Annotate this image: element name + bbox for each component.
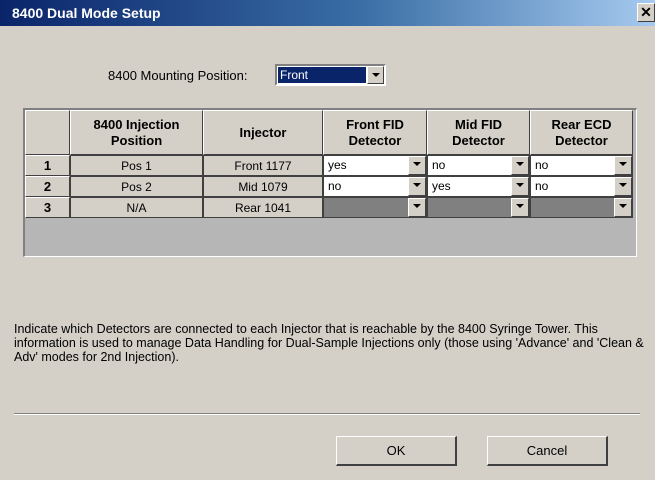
row-number: 2 [25, 176, 70, 197]
front-fid-select[interactable]: no [323, 176, 427, 197]
title-bar: 8400 Dual Mode Setup ✕ [0, 0, 655, 26]
front-fid-select[interactable] [323, 197, 427, 218]
mounting-position-label: 8400 Mounting Position: [108, 68, 248, 83]
mid-fid-value: no [432, 158, 446, 172]
rear-ecd-value: no [535, 158, 549, 172]
chevron-down-icon[interactable] [614, 177, 632, 196]
rear-ecd-select[interactable]: no [530, 155, 633, 176]
grid-corner [25, 110, 70, 155]
rear-ecd-select[interactable] [530, 197, 633, 218]
header-front-fid: Front FID Detector [323, 110, 427, 155]
divider [14, 413, 640, 415]
chevron-down-icon[interactable] [511, 156, 529, 175]
injection-position-cell: Pos 2 [70, 176, 203, 197]
injector-cell: Front 1177 [203, 155, 323, 176]
mid-fid-select[interactable] [427, 197, 530, 218]
front-fid-value: yes [328, 158, 347, 172]
detector-grid: 8400 Injection Position Injector Front F… [23, 108, 637, 257]
rear-ecd-value: no [535, 179, 549, 193]
injector-cell: Rear 1041 [203, 197, 323, 218]
mounting-position-select[interactable]: Front [275, 64, 386, 86]
chevron-down-icon[interactable] [408, 198, 426, 217]
front-fid-select[interactable]: yes [323, 155, 427, 176]
mid-fid-select[interactable]: no [427, 155, 530, 176]
cancel-button[interactable]: Cancel [487, 436, 608, 466]
chevron-down-icon[interactable] [511, 198, 529, 217]
ok-button[interactable]: OK [336, 436, 457, 466]
row-number: 3 [25, 197, 70, 218]
info-text: Indicate which Detectors are connected t… [14, 322, 644, 364]
mounting-position-value: Front [278, 67, 366, 83]
injector-cell: Mid 1079 [203, 176, 323, 197]
injection-position-cell: N/A [70, 197, 203, 218]
rear-ecd-select[interactable]: no [530, 176, 633, 197]
front-fid-value: no [328, 179, 342, 193]
chevron-down-icon[interactable] [408, 156, 426, 175]
dual-mode-setup-dialog: 8400 Dual Mode Setup ✕ 8400 Mounting Pos… [0, 0, 655, 480]
header-mid-fid: Mid FID Detector [427, 110, 530, 155]
chevron-down-icon[interactable] [614, 198, 632, 217]
chevron-down-icon[interactable] [408, 177, 426, 196]
header-injector: Injector [203, 110, 323, 155]
chevron-down-icon[interactable] [614, 156, 632, 175]
row-number: 1 [25, 155, 70, 176]
mid-fid-value: yes [432, 179, 451, 193]
injection-position-cell: Pos 1 [70, 155, 203, 176]
window-title: 8400 Dual Mode Setup [12, 5, 161, 21]
chevron-down-icon[interactable] [367, 66, 384, 84]
header-rear-ecd: Rear ECD Detector [530, 110, 633, 155]
mid-fid-select[interactable]: yes [427, 176, 530, 197]
chevron-down-icon[interactable] [511, 177, 529, 196]
header-injection-position: 8400 Injection Position [70, 110, 203, 155]
close-icon[interactable]: ✕ [637, 3, 655, 22]
